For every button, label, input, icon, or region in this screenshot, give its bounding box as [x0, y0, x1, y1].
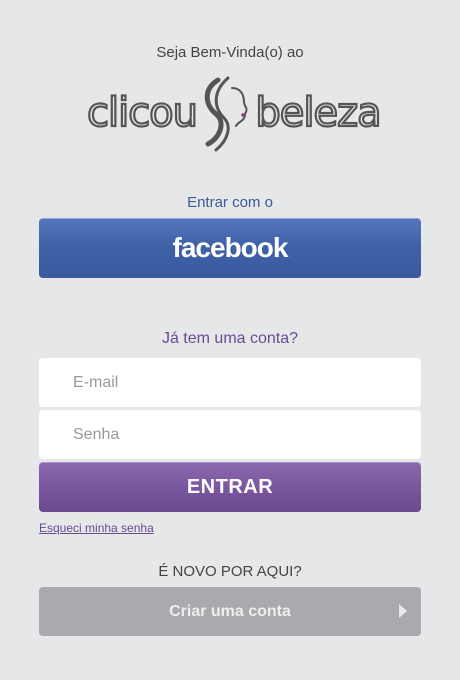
create-account-label: Criar uma conta: [169, 603, 291, 620]
facebook-button-label: facebook: [172, 232, 289, 263]
existing-account-caption: Já tem uma conta?: [161, 330, 299, 347]
login-submit-button[interactable]: ENTRAR: [39, 462, 421, 512]
play-right-icon: [399, 604, 407, 618]
forgot-password-link[interactable]: Esqueci minha senha: [39, 521, 154, 535]
password-field[interactable]: [39, 410, 421, 459]
email-field[interactable]: [39, 358, 421, 407]
logo-text-left: clicou: [87, 90, 197, 136]
login-submit-label: ENTRAR: [186, 476, 274, 498]
logo-text-right: beleza: [255, 90, 380, 136]
welcome-text: Seja Bem-Vinda(o) ao: [156, 44, 304, 61]
new-user-caption: É NOVO POR AQUI?: [158, 563, 302, 580]
woman-silhouette-icon: [204, 76, 248, 152]
facebook-caption: Entrar com o: [187, 194, 273, 211]
facebook-login-button[interactable]: facebook: [39, 218, 421, 278]
create-account-button[interactable]: Criar uma conta: [39, 587, 421, 636]
clicou-beleza-logo: clicou beleza: [70, 74, 390, 156]
